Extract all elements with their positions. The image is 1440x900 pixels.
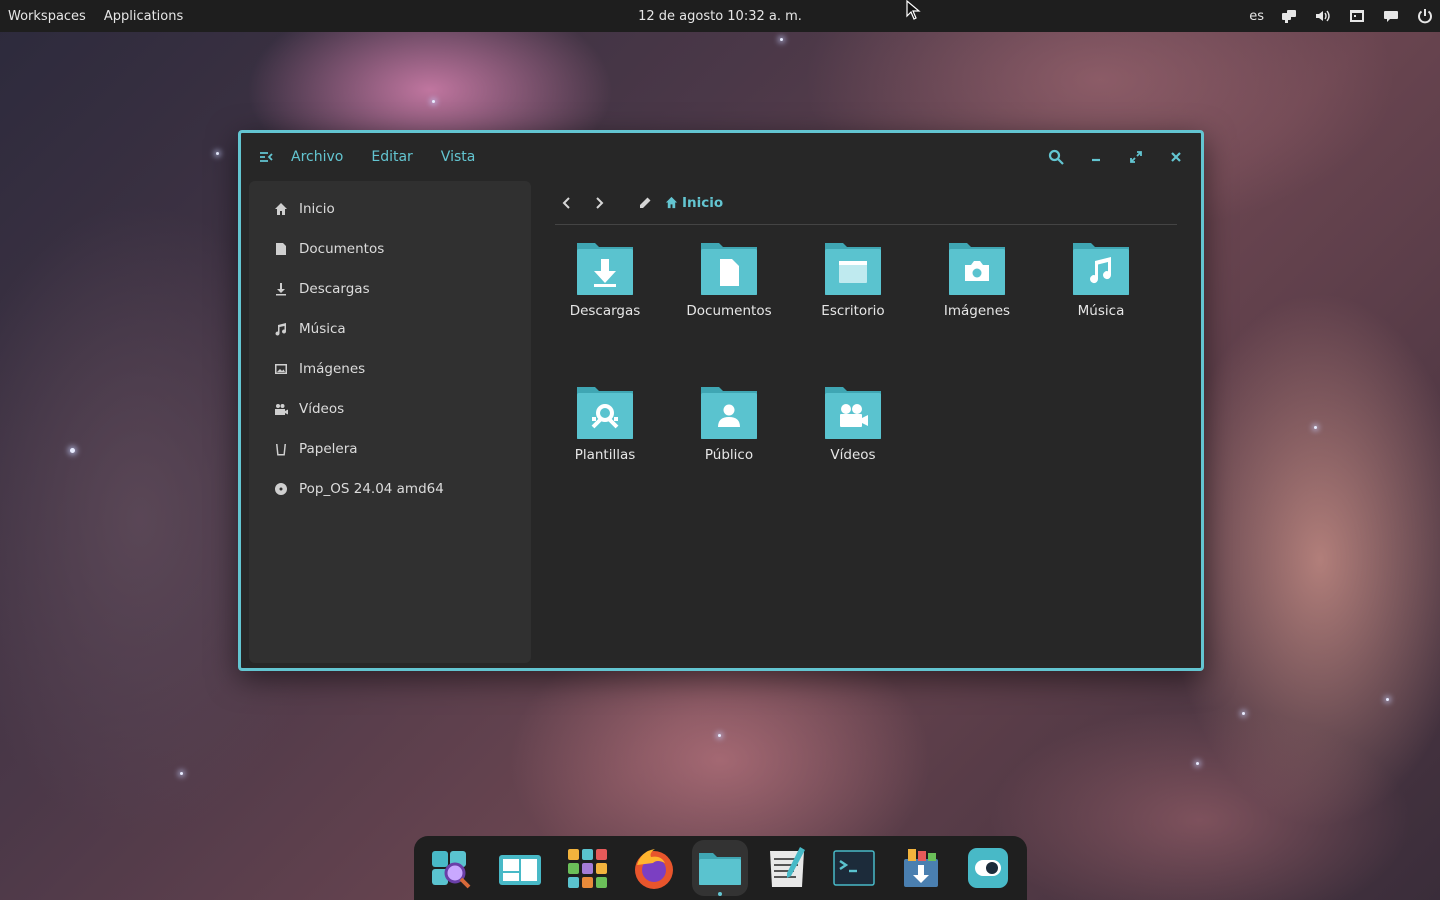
folder-document-icon	[701, 243, 757, 295]
folder-publico[interactable]: Público	[679, 381, 779, 501]
sidebar-item-descargas[interactable]: Descargas	[249, 269, 531, 309]
running-indicator	[718, 892, 723, 896]
search-launcher-icon[interactable]	[425, 840, 481, 896]
folder-download-icon	[577, 243, 633, 295]
star	[1386, 698, 1389, 701]
minimize-icon[interactable]	[1087, 148, 1105, 166]
sidebar-item-label: Descargas	[299, 281, 370, 297]
folder-label: Plantillas	[574, 447, 636, 463]
star	[1314, 426, 1317, 429]
star	[1196, 762, 1199, 765]
disc-icon	[273, 481, 289, 497]
search-icon[interactable]	[1047, 148, 1065, 166]
applications-button[interactable]: Applications	[104, 9, 183, 24]
folder-template-icon	[577, 387, 633, 439]
workspaces-button[interactable]: Workspaces	[8, 9, 86, 24]
workspaces-icon[interactable]	[492, 840, 548, 896]
folder-desktop-icon	[825, 243, 881, 295]
sidebar-item-papelera[interactable]: Papelera	[249, 429, 531, 469]
maximize-icon[interactable]	[1127, 148, 1145, 166]
folder-musica[interactable]: Música	[1051, 237, 1151, 357]
keyboard-layout-indicator[interactable]: es	[1249, 9, 1264, 24]
star	[180, 772, 183, 775]
sidebar-item-label: Música	[299, 321, 346, 337]
file-manager-window: Archivo Editar Vista Inicio Documentos D…	[238, 130, 1204, 671]
document-icon	[273, 241, 289, 257]
home-icon	[665, 196, 678, 209]
home-icon	[273, 201, 289, 217]
sidebar-item-inicio[interactable]: Inicio	[249, 189, 531, 229]
sidebar-item-label: Vídeos	[299, 401, 345, 417]
video-icon	[273, 401, 289, 417]
menu-archivo[interactable]: Archivo	[291, 149, 343, 165]
sidebar-item-label: Papelera	[299, 441, 358, 457]
star	[780, 38, 783, 41]
top-panel: Workspaces Applications 12 de agosto 10:…	[0, 0, 1440, 32]
folder-escritorio[interactable]: Escritorio	[803, 237, 903, 357]
dock	[414, 836, 1027, 900]
sidebar-item-videos[interactable]: Vídeos	[249, 389, 531, 429]
close-icon[interactable]	[1167, 148, 1185, 166]
sidebar-item-pop-os-disc[interactable]: Pop_OS 24.04 amd64	[249, 469, 531, 509]
star	[432, 100, 435, 103]
folder-label: Documentos	[686, 303, 772, 319]
folder-person-icon	[701, 387, 757, 439]
edit-location-icon[interactable]	[633, 191, 657, 215]
calendar-icon[interactable]	[1348, 7, 1366, 25]
folder-label: Escritorio	[821, 303, 885, 319]
header-bar: Archivo Editar Vista	[241, 133, 1201, 181]
clock[interactable]: 12 de agosto 10:32 a. m.	[638, 9, 802, 24]
folder-video-camera-icon	[825, 387, 881, 439]
sidebar-item-label: Inicio	[299, 201, 335, 217]
folder-documentos[interactable]: Documentos	[679, 237, 779, 357]
network-icon[interactable]	[1280, 7, 1298, 25]
sidebar-item-label: Documentos	[299, 241, 385, 257]
sidebar-item-musica[interactable]: Música	[249, 309, 531, 349]
folder-label: Descargas	[569, 303, 641, 319]
breadcrumb[interactable]: Inicio	[665, 195, 723, 211]
folder-label: Público	[704, 447, 754, 463]
settings-toggle-icon[interactable]	[960, 840, 1016, 896]
pop-shop-icon[interactable]	[893, 840, 949, 896]
sidebar-item-label: Imágenes	[299, 361, 366, 377]
text-editor-icon[interactable]	[759, 840, 815, 896]
folder-label: Imágenes	[943, 303, 1011, 319]
sidebar-item-documentos[interactable]: Documentos	[249, 229, 531, 269]
app-grid-icon[interactable]	[559, 840, 615, 896]
back-icon[interactable]	[555, 191, 579, 215]
files-icon[interactable]	[692, 840, 749, 896]
menu-editar[interactable]: Editar	[371, 149, 412, 165]
star	[216, 152, 219, 155]
sidebar: Inicio Documentos Descargas Música Imáge…	[249, 181, 531, 663]
breadcrumb-current: Inicio	[682, 194, 724, 211]
chat-icon[interactable]	[1382, 7, 1400, 25]
folder-imagenes[interactable]: Imágenes	[927, 237, 1027, 357]
star	[1242, 712, 1245, 715]
forward-icon[interactable]	[587, 191, 611, 215]
volume-icon[interactable]	[1314, 7, 1332, 25]
power-icon[interactable]	[1416, 7, 1434, 25]
folder-label: Música	[1077, 303, 1125, 319]
download-icon	[273, 281, 289, 297]
folder-plantillas[interactable]: Plantillas	[555, 381, 655, 501]
folder-label: Vídeos	[830, 447, 876, 463]
sidebar-toggle-icon[interactable]	[259, 148, 277, 166]
menu-vista[interactable]: Vista	[441, 149, 476, 165]
sidebar-item-label: Pop_OS 24.04 amd64	[299, 481, 444, 497]
trash-icon	[273, 441, 289, 457]
folder-descargas[interactable]: Descargas	[555, 237, 655, 357]
star	[718, 734, 721, 737]
firefox-icon[interactable]	[626, 840, 682, 896]
location-bar: Inicio	[555, 181, 1177, 225]
folder-music-icon	[1073, 243, 1129, 295]
image-icon	[273, 361, 289, 377]
mouse-cursor-icon	[906, 0, 921, 20]
star	[70, 448, 75, 453]
folder-camera-icon	[949, 243, 1005, 295]
music-icon	[273, 321, 289, 337]
folder-videos[interactable]: Vídeos	[803, 381, 903, 501]
terminal-icon[interactable]	[826, 840, 882, 896]
sidebar-item-imagenes[interactable]: Imágenes	[249, 349, 531, 389]
file-view: Inicio Descargas Documentos Escritorio I…	[541, 181, 1201, 663]
